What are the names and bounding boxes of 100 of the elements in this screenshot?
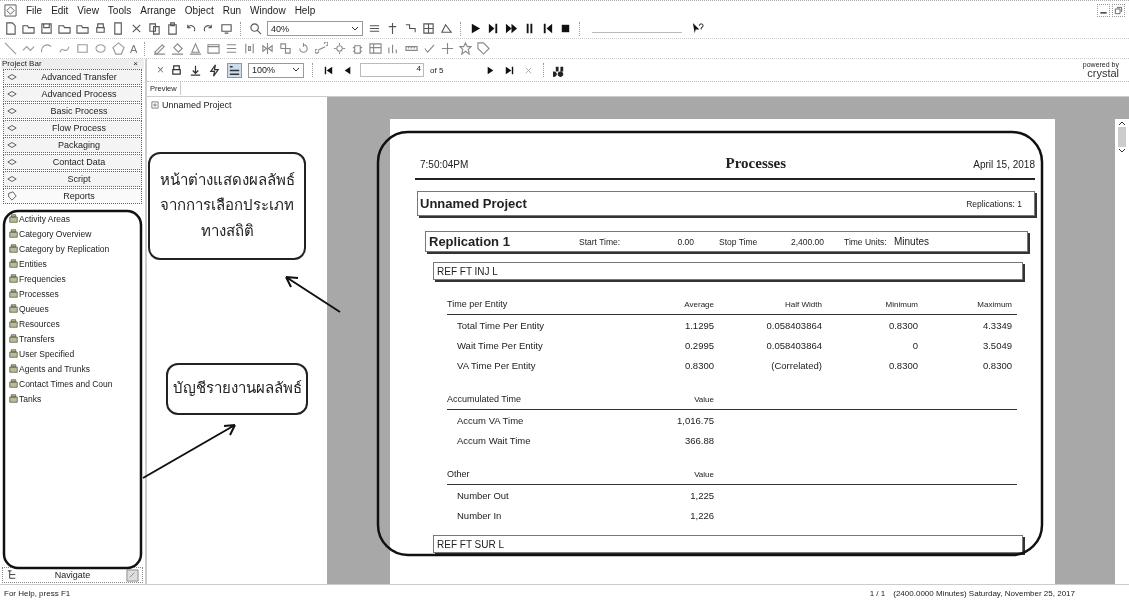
table-cell-text: 0.058403864 <box>765 319 822 331</box>
page-count: of 5 <box>430 65 445 75</box>
scroll-up-icon[interactable] <box>1118 119 1126 127</box>
folder-icon[interactable] <box>58 22 71 35</box>
menu-item[interactable]: Edit <box>51 4 69 16</box>
callout-text: หน้าต่างแสดงผลลัพธ์ <box>159 169 295 191</box>
column-header: Value <box>693 469 714 479</box>
report-item[interactable]: User Specified <box>9 346 144 361</box>
menu-item[interactable]: Object <box>184 4 214 16</box>
page-field[interactable]: 4 <box>360 63 424 77</box>
table-icon[interactable] <box>369 42 383 55</box>
printer-icon[interactable] <box>170 63 183 77</box>
report-item[interactable]: Resources <box>9 316 144 331</box>
expand-icon[interactable] <box>151 101 159 109</box>
report-item[interactable]: Category Overview <box>9 226 144 241</box>
report-item[interactable]: Tanks <box>9 391 144 406</box>
entity-name: REF FT SUR L <box>437 538 505 550</box>
play-icon[interactable] <box>469 22 482 35</box>
arc-icon[interactable] <box>40 42 53 55</box>
replications-label: Replications: 1 <box>966 198 1022 209</box>
panel-title: Project Bar <box>2 59 42 69</box>
panel-button[interactable]: Advanced Process <box>3 86 142 102</box>
close-button[interactable]: × <box>133 59 138 69</box>
panel-button[interactable]: Flow Process <box>3 120 142 136</box>
zoom-dropdown[interactable]: 100% <box>248 62 304 78</box>
table-cell-text: 0.2995 <box>683 339 714 351</box>
zoom-icon[interactable] <box>249 22 262 35</box>
step-icon[interactable] <box>487 22 500 35</box>
rewind-icon[interactable] <box>541 22 554 35</box>
text-tool[interactable]: A <box>130 42 138 55</box>
report-icon <box>9 214 18 223</box>
restore-icon[interactable] <box>1112 3 1125 17</box>
new-document-icon[interactable] <box>4 22 17 35</box>
panel-button[interactable]: Basic Process <box>3 103 142 119</box>
export-icon[interactable] <box>189 63 202 77</box>
scissors-icon[interactable] <box>130 22 143 35</box>
scrollbar[interactable] <box>1115 119 1129 584</box>
callout-text: บัญชีรายงานผลลัพธ์ <box>172 378 302 400</box>
scroll-down-icon[interactable] <box>1118 147 1126 155</box>
panel-button[interactable]: Advanced Transfer <box>3 69 142 85</box>
zoom-dropdown[interactable]: 40% <box>267 21 363 36</box>
close-button[interactable]: × <box>157 63 164 77</box>
text-color-icon[interactable] <box>189 42 203 55</box>
report-item[interactable]: Frequencies <box>9 271 144 286</box>
report-icon <box>9 244 18 253</box>
menu-item[interactable]: File <box>26 4 43 16</box>
folder-icon[interactable] <box>76 22 89 35</box>
report-item[interactable]: Activity Areas <box>9 211 144 226</box>
check-icon[interactable] <box>423 42 437 55</box>
report-item[interactable]: Entities <box>9 256 144 271</box>
column-header: Minimum <box>884 299 918 309</box>
line-icon[interactable] <box>4 42 17 55</box>
copy-icon[interactable] <box>148 22 161 35</box>
menu-item[interactable]: View <box>77 4 99 16</box>
menu-item[interactable]: Tools <box>107 4 132 16</box>
link-icon[interactable] <box>315 42 329 55</box>
menu-item[interactable]: Run <box>222 4 242 16</box>
report-icon <box>9 349 18 358</box>
group-tree-icon[interactable] <box>227 62 242 78</box>
rotate-icon[interactable] <box>297 42 311 55</box>
printer-icon[interactable] <box>94 22 107 35</box>
tree-node[interactable]: Unnamed Project <box>162 100 232 110</box>
report-item[interactable]: Processes <box>9 286 144 301</box>
menu-item[interactable]: Help <box>294 4 316 16</box>
screen-icon[interactable] <box>220 22 233 35</box>
column-header: Time per Entity <box>447 299 509 309</box>
line-color-icon[interactable] <box>153 42 167 55</box>
grid-icon[interactable] <box>422 22 435 35</box>
tag-icon[interactable] <box>477 42 491 55</box>
fast-forward-icon[interactable] <box>505 22 518 35</box>
window-icon[interactable] <box>207 42 221 55</box>
report-item[interactable]: Contact Times and Coun <box>9 376 144 391</box>
flip-icon[interactable] <box>261 42 275 55</box>
callout-text: จากการเลือกประเภท <box>160 195 294 217</box>
arrow <box>285 276 341 313</box>
group-icon[interactable] <box>279 42 293 55</box>
paste-icon[interactable] <box>166 22 179 35</box>
panel-button[interactable]: Contact Data <box>3 154 142 170</box>
page-icon[interactable] <box>112 22 125 35</box>
report-item[interactable]: Agents and Trunks <box>9 361 144 376</box>
menu-item[interactable]: Window <box>250 4 286 16</box>
table-cell-text: 1,225 <box>689 489 714 501</box>
polygon-icon[interactable] <box>112 42 125 55</box>
report-item[interactable]: Queues <box>9 301 144 316</box>
lightning-icon[interactable] <box>208 63 221 77</box>
panel-button[interactable]: Script <box>3 171 142 187</box>
connector-icon[interactable] <box>404 22 417 35</box>
panel-button[interactable]: Packaging <box>3 137 142 153</box>
align-icon[interactable] <box>225 42 239 55</box>
help-pointer-icon[interactable] <box>691 22 704 35</box>
status-help: For Help, press F1 <box>4 589 71 598</box>
minimize-icon[interactable] <box>1097 3 1110 17</box>
scroll-thumb[interactable] <box>1118 127 1126 147</box>
panel-button[interactable]: Reports <box>3 188 142 204</box>
open-folder-icon[interactable] <box>22 22 35 35</box>
fill-color-icon[interactable] <box>171 42 185 55</box>
report-item[interactable]: Category by Replication <box>9 241 144 256</box>
menu-item[interactable]: Arrange <box>140 4 176 16</box>
star-icon[interactable] <box>459 42 473 55</box>
report-item[interactable]: Transfers <box>9 331 144 346</box>
